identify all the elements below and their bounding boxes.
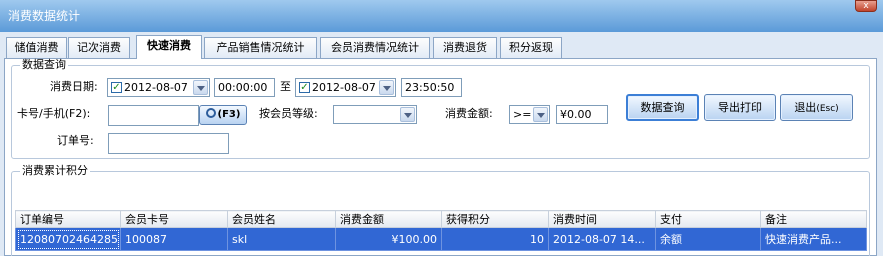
exit-button[interactable]: 退出(Esc) (780, 94, 853, 121)
query-legend: 数据查询 (20, 58, 68, 71)
points-cell: 10 (441, 227, 549, 251)
search-button[interactable]: 数据查询 (626, 94, 699, 121)
tab-product-sales[interactable]: 产品销售情况统计 (204, 37, 317, 58)
member-name-cell: skl (227, 227, 336, 251)
results-legend: 消费累计积分 (20, 164, 90, 177)
start-date-checkbox[interactable]: ✓ (111, 82, 122, 93)
column-header[interactable]: 会员卡号 (120, 210, 228, 228)
order-no-input[interactable] (108, 133, 229, 154)
search-icon (205, 108, 216, 118)
end-time-field[interactable]: 23:50:50 (401, 78, 462, 97)
end-date-checkbox[interactable]: ✓ (299, 82, 310, 93)
member-level-label: 按会员等级: (259, 107, 318, 120)
window-body: 储值消费 记次消费 快速消费 产品销售情况统计 会员消费情况统计 消费退货 积分… (0, 32, 883, 256)
tab-member-consumption[interactable]: 会员消费情况统计 (320, 37, 430, 58)
chevron-down-icon[interactable] (400, 107, 415, 122)
column-header[interactable]: 订单编号 (15, 210, 121, 228)
export-print-button[interactable]: 导出打印 (704, 94, 776, 121)
column-header[interactable]: 会员姓名 (227, 210, 336, 228)
member-search-button[interactable]: (F3) (199, 105, 247, 125)
start-time-field[interactable]: 00:00:00 (214, 78, 275, 97)
window-title: 消费数据统计 (8, 9, 81, 23)
column-header[interactable]: 获得积分 (441, 210, 549, 228)
end-date-picker[interactable]: ✓ 2012-08-07 (295, 78, 396, 97)
chevron-down-icon[interactable] (533, 107, 548, 122)
date-label: 消费日期: (50, 80, 98, 93)
amount-input[interactable]: ¥0.00 (556, 105, 608, 124)
tab-returns[interactable]: 消费退货 (433, 37, 497, 58)
member-level-select[interactable] (333, 105, 417, 124)
amount-operator-select[interactable]: >= (509, 105, 550, 124)
tab-count-consume[interactable]: 记次消费 (68, 37, 130, 58)
card-no-cell: 100087 (120, 227, 228, 251)
payment-cell: 余额 (655, 227, 761, 251)
tab-stored-value[interactable]: 储值消费 (6, 37, 67, 58)
column-header[interactable]: 消费时间 (548, 210, 656, 228)
results-table: 订单编号 会员卡号 会员姓名 消费金额 获得积分 消费时间 支付 备注 1208… (15, 210, 867, 251)
order-no-label: 订单号: (57, 134, 94, 147)
remark-cell: 快速消费产品... (760, 227, 867, 251)
tab-points-cashback[interactable]: 积分返现 (500, 37, 562, 58)
time-cell: 2012-08-07 14... (548, 227, 656, 251)
column-header[interactable]: 支付 (655, 210, 761, 228)
tab-panel: 数据查询 消费日期: ✓ 2012-08-07 00:00:00 至 ✓ 201… (4, 58, 877, 256)
chevron-down-icon[interactable] (193, 80, 208, 95)
tab-quick-consume[interactable]: 快速消费 (136, 35, 202, 59)
card-phone-label: 卡号/手机(F2): (17, 107, 91, 120)
query-group: 数据查询 消费日期: ✓ 2012-08-07 00:00:00 至 ✓ 201… (11, 59, 870, 159)
title-bar: 消费数据统计 x (0, 0, 883, 32)
card-phone-input[interactable] (108, 105, 199, 126)
start-date-picker[interactable]: ✓ 2012-08-07 (107, 78, 210, 97)
amount-cell: ¥100.00 (335, 227, 442, 251)
chevron-down-icon[interactable] (379, 80, 394, 95)
table-header-row: 订单编号 会员卡号 会员姓名 消费金额 获得积分 消费时间 支付 备注 (15, 210, 867, 228)
amount-label: 消费金额: (445, 107, 493, 120)
table-row[interactable]: 12080702464285 100087 skl ¥100.00 10 201… (15, 227, 867, 251)
column-header[interactable]: 消费金额 (335, 210, 442, 228)
order-no-cell: 12080702464285 (15, 227, 121, 251)
close-icon: x (863, 1, 869, 11)
column-header[interactable]: 备注 (760, 210, 867, 228)
to-label: 至 (280, 80, 291, 93)
close-button[interactable]: x (855, 0, 877, 12)
